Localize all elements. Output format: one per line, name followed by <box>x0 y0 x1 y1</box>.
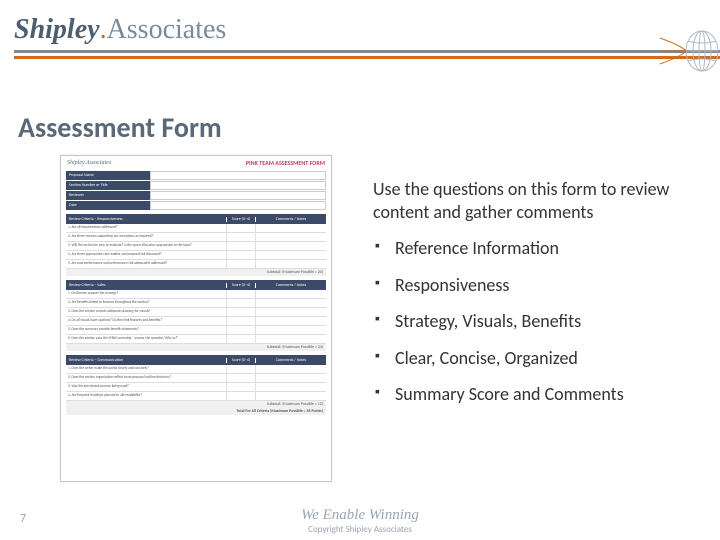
meta-label: Reviewer <box>66 191 150 200</box>
slide: Shipley.Associates Assessment Form Shipl… <box>0 0 720 540</box>
intro-text: Use the questions on this form to review… <box>373 178 683 223</box>
thumb-brand: Shipley.Associates <box>67 160 111 166</box>
brand-shipley: Shipley <box>14 14 100 45</box>
thumb-title: PINK TEAM ASSESSMENT FORM <box>246 159 325 167</box>
bullet-item: Reference Information <box>373 237 683 260</box>
globe-icon <box>658 28 720 74</box>
form-thumbnail: Shipley.Associates PINK TEAM ASSESSMENT … <box>60 155 332 482</box>
brand-logo: Shipley.Associates <box>14 14 226 46</box>
thumb-section-3: Review Criteria – CommunicationScore (0–… <box>66 355 326 415</box>
bullet-item: Responsiveness <box>373 274 683 297</box>
footer-copyright: Copyright Shipley Associates <box>308 524 412 535</box>
slide-header: Shipley.Associates <box>0 0 720 80</box>
bullet-item: Summary Score and Comments <box>373 383 683 406</box>
slide-title: Assessment Form <box>18 110 222 145</box>
bullet-item: Strategy, Visuals, Benefits <box>373 310 683 333</box>
thumb-section-2: Review Criteria – SalesScore (0–4)Commen… <box>66 280 326 351</box>
rule-gray <box>14 50 720 53</box>
meta-label: Date <box>66 201 150 210</box>
thumb-section-1: Review Criteria – ResponsivenessScore (0… <box>66 214 326 276</box>
rule-orange <box>14 56 720 59</box>
slide-footer: We Enable Winning Copyright Shipley Asso… <box>0 502 720 540</box>
brand-associates: Associates <box>107 14 227 45</box>
footer-tagline: We Enable Winning <box>301 507 419 524</box>
meta-label: Proposal Name <box>66 171 150 180</box>
bullet-list: Reference Information Responsiveness Str… <box>373 237 683 406</box>
header-rules <box>14 50 720 59</box>
brand-dot: . <box>100 14 107 45</box>
thumb-meta: Proposal Name Section Number or Title Re… <box>66 171 326 210</box>
meta-label: Section Number or Title <box>66 181 150 190</box>
content-area: Use the questions on this form to review… <box>373 178 683 420</box>
bullet-item: Clear, Concise, Organized <box>373 347 683 370</box>
